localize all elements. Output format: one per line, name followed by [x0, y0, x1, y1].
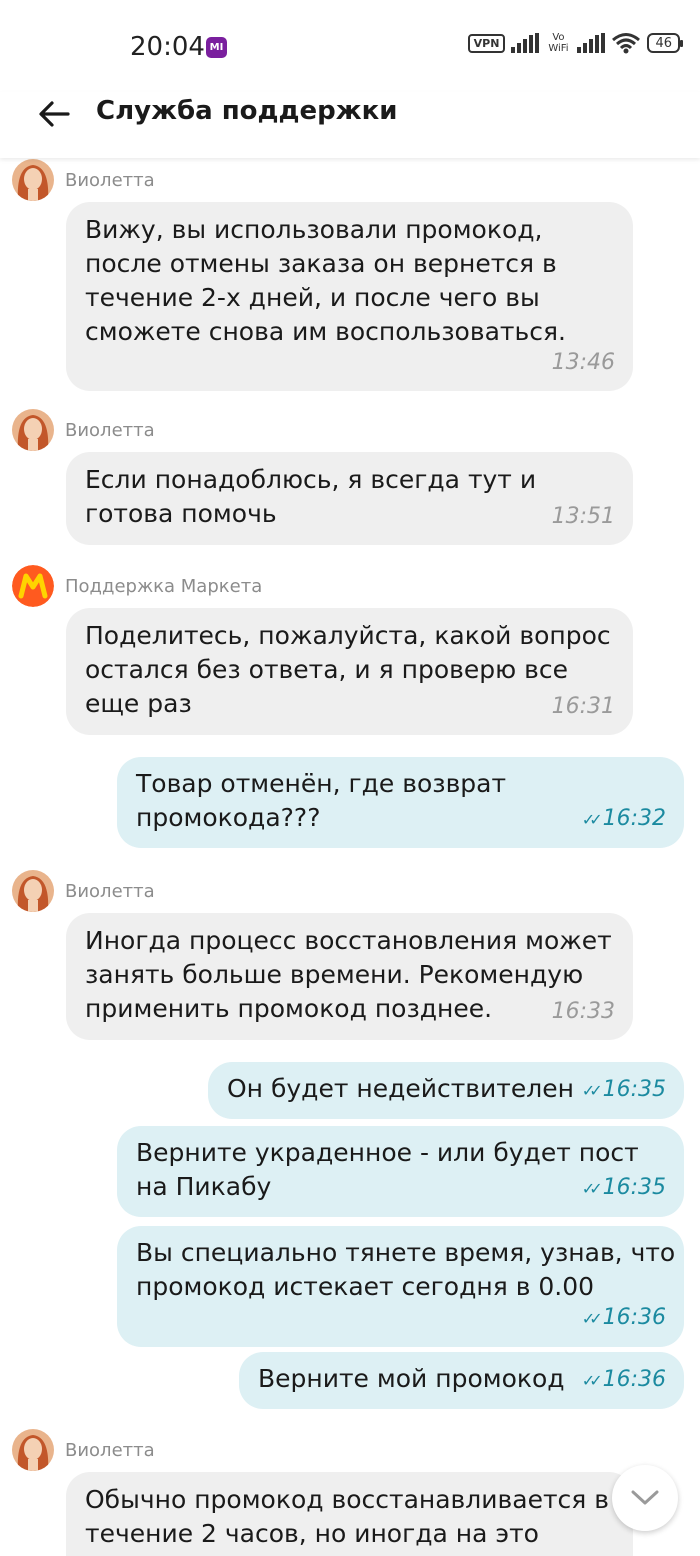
message-time: 16:31: [551, 694, 615, 719]
operator-avatar-icon: [12, 409, 54, 451]
avatar: [12, 565, 54, 607]
chevron-down-icon: [631, 1490, 659, 1505]
message-text-line: Товар отменён, где возврат: [136, 769, 507, 798]
sender-name: Виолетта: [65, 1439, 155, 1461]
incoming-message[interactable]: Обычно промокод восстанавливается в тече…: [66, 1472, 633, 1556]
outgoing-message[interactable]: Верните украденное - или будет пост на П…: [117, 1126, 684, 1217]
time-value: 16:35: [602, 1175, 666, 1200]
operator-avatar-icon: [12, 1429, 54, 1471]
vpn-icon: VPN: [467, 33, 506, 53]
time-value: 16:36: [602, 1305, 666, 1330]
message-text-line: Поделитесь, пожалуйста, какой вопрос: [85, 621, 611, 650]
sender-name: Виолетта: [65, 419, 155, 441]
mi-app-icon: MI: [206, 37, 227, 58]
message-sender: Виолетта: [12, 870, 155, 912]
operator-avatar-icon: [12, 159, 54, 201]
message-text-line: Обычно промокод восстанавливается в: [85, 1485, 609, 1514]
message-sender: Виолетта: [12, 159, 155, 201]
outgoing-message[interactable]: Товар отменён, где возврат промокода??? …: [117, 757, 684, 848]
status-time: 20:04: [130, 32, 205, 62]
outgoing-message[interactable]: Он будет недействителен ✓✓ 16:35: [208, 1062, 684, 1119]
vowifi-bottom: WiFi: [548, 43, 569, 54]
double-check-icon: ✓✓: [581, 1371, 603, 1390]
message-text-line: остался без ответа, и я проверю все: [85, 655, 568, 684]
message-text-line: применить промокод позднее.: [85, 994, 493, 1023]
message-time: ✓✓ 16:36: [582, 1301, 666, 1336]
yandex-market-logo-icon: [12, 565, 54, 607]
outgoing-message[interactable]: Верните мой промокод ✓✓ 16:36: [239, 1352, 684, 1409]
message-text-line: Вижу, вы использовали промокод,: [85, 215, 543, 244]
app-header: Служба поддержки: [0, 92, 700, 158]
time-value: 16:35: [602, 1077, 666, 1102]
avatar: [12, 159, 54, 201]
chat-thread[interactable]: Виолетта Вижу, вы использовали промокод,…: [0, 158, 700, 1556]
message-text-line: готова помочь: [85, 499, 277, 528]
vowifi-icon: Vo WiFi: [545, 32, 571, 54]
message-text-line: течение 2 часов, но иногда на это: [85, 1519, 539, 1548]
incoming-message[interactable]: Вижу, вы использовали промокод, после от…: [66, 202, 633, 391]
sender-name: Виолетта: [65, 169, 155, 191]
incoming-message[interactable]: Иногда процесс восстановления может заня…: [66, 913, 633, 1040]
time-value: 16:36: [602, 1367, 666, 1392]
message-time: 16:33: [551, 999, 615, 1024]
status-indicators: VPN Vo WiFi 46: [467, 32, 683, 54]
status-bar: 20:04 MI VPN Vo WiFi 46: [0, 0, 700, 92]
message-text-line: Верните украденное - или будет пост: [136, 1138, 639, 1167]
message-sender: Виолетта: [12, 1429, 155, 1471]
signal-icon-2: [577, 33, 606, 53]
arrow-left-icon: [39, 101, 70, 127]
double-check-icon: ✓✓: [581, 810, 603, 829]
message-text-line: еще раз: [85, 689, 192, 718]
message-time: ✓✓ 16:35: [582, 1073, 666, 1108]
message-text-line: сможете снова им воспользоваться.: [85, 317, 566, 346]
sender-name: Поддержка Маркета: [65, 575, 263, 597]
avatar: [12, 409, 54, 451]
scroll-down-button[interactable]: [612, 1465, 678, 1531]
double-check-icon: ✓✓: [581, 1081, 603, 1100]
page-title: Служба поддержки: [96, 96, 398, 126]
double-check-icon: ✓✓: [581, 1179, 603, 1198]
double-check-icon: ✓✓: [581, 1309, 603, 1328]
incoming-message[interactable]: Поделитесь, пожалуйста, какой вопрос ост…: [66, 608, 633, 735]
signal-icon: [511, 33, 540, 53]
message-text-line: Верните мой промокод: [258, 1364, 565, 1393]
message-text-line: Иногда процесс восстановления может: [85, 926, 612, 955]
message-time: ✓✓ 16:36: [582, 1363, 666, 1398]
avatar: [12, 870, 54, 912]
message-text-line: Он будет недействителен: [227, 1074, 574, 1103]
sender-name: Виолетта: [65, 880, 155, 902]
message-sender: Виолетта: [12, 409, 155, 451]
operator-avatar-icon: [12, 870, 54, 912]
incoming-message[interactable]: Если понадоблюсь, я всегда тут и готова …: [66, 452, 633, 545]
message-text-line: Если понадоблюсь, я всегда тут и: [85, 465, 537, 494]
time-spacer: [85, 349, 613, 377]
avatar: [12, 1429, 54, 1471]
message-text-line: Вы специально тянете время, узнав, что: [136, 1238, 676, 1267]
back-button[interactable]: [30, 94, 78, 134]
message-text-line: течение 2-х дней, и после чего вы: [85, 283, 540, 312]
message-text-line: промокод истекает сегодня в 0.00: [136, 1272, 595, 1301]
battery-icon: 46: [647, 33, 683, 53]
message-time: 13:46: [551, 350, 615, 375]
message-time: ✓✓ 16:35: [582, 1171, 666, 1206]
message-time: ✓✓ 16:32: [582, 802, 666, 837]
outgoing-message[interactable]: Вы специально тянете время, узнав, что п…: [117, 1226, 684, 1347]
vowifi-top: Vo: [552, 32, 565, 43]
message-text-line: занять больше времени. Рекомендую: [85, 960, 584, 989]
message-sender: Поддержка Маркета: [12, 565, 262, 607]
wifi-icon: [612, 33, 641, 54]
message-text-line: после отмены заказа он вернется в: [85, 249, 557, 278]
message-time: 13:51: [551, 504, 615, 529]
time-value: 16:32: [602, 806, 666, 831]
